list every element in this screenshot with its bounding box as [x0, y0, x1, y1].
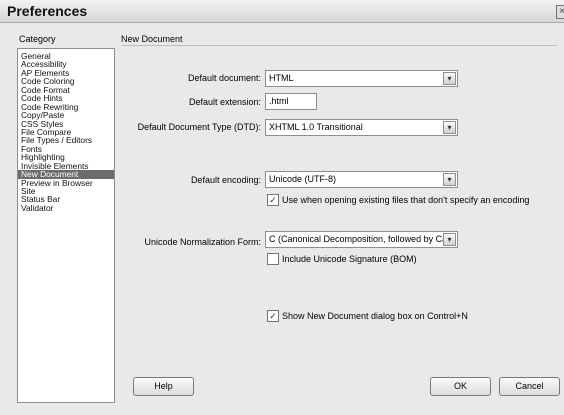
help-button[interactable]: Help: [133, 377, 194, 396]
normalization-select[interactable]: C (Canonical Decomposition, followed by …: [265, 231, 458, 248]
panel-title: New Document: [121, 34, 183, 44]
default-encoding-select[interactable]: Unicode (UTF-8) ▾: [265, 171, 458, 188]
header-divider: [121, 45, 557, 46]
category-item[interactable]: Validator: [18, 203, 114, 212]
show-dialog-label: Show New Document dialog box on Control+…: [282, 311, 468, 321]
default-document-label: Default document:: [187, 73, 261, 83]
category-list[interactable]: General Accessibility AP Elements Code Colo…: [17, 48, 115, 403]
default-doctype-value: XHTML 1.0 Transitional: [269, 122, 363, 132]
default-document-value: HTML: [269, 73, 294, 83]
default-encoding-label: Default encoding:: [190, 175, 261, 185]
chevron-down-icon[interactable]: ▾: [443, 173, 456, 186]
title-bar: Preferences ×: [0, 0, 564, 23]
default-encoding-value: Unicode (UTF-8): [269, 174, 337, 184]
default-extension-label: Default extension:: [188, 97, 261, 107]
default-doctype-label: Default Document Type (DTD):: [137, 122, 261, 132]
default-document-select[interactable]: HTML ▾: [265, 70, 458, 87]
unicode-signature-checkbox[interactable]: [267, 253, 279, 265]
show-dialog-checkbox-row[interactable]: ✓ Show New Document dialog box on Control…: [267, 310, 468, 322]
chevron-down-icon[interactable]: ▾: [443, 72, 456, 85]
use-encoding-checkbox-row[interactable]: ✓ Use when opening existing files that do…: [267, 194, 529, 206]
category-header: Category: [19, 34, 56, 44]
normalization-value: C (Canonical Decomposition, followed by …: [269, 234, 444, 244]
chevron-down-icon[interactable]: ▾: [443, 233, 456, 246]
default-doctype-select[interactable]: XHTML 1.0 Transitional ▾: [265, 119, 458, 136]
normalization-label: Unicode Normalization Form:: [144, 237, 261, 247]
show-dialog-checkbox[interactable]: ✓: [267, 310, 279, 322]
default-extension-field[interactable]: .html: [265, 93, 317, 110]
use-encoding-checkbox[interactable]: ✓: [267, 194, 279, 206]
use-encoding-label: Use when opening existing files that don…: [282, 195, 530, 205]
window-title: Preferences: [7, 3, 88, 19]
unicode-signature-label: Include Unicode Signature (BOM): [282, 254, 417, 264]
ok-button[interactable]: OK: [430, 377, 491, 396]
cancel-button[interactable]: Cancel: [499, 377, 560, 396]
unicode-signature-checkbox-row[interactable]: Include Unicode Signature (BOM): [267, 253, 417, 265]
chevron-down-icon[interactable]: ▾: [443, 121, 456, 134]
close-icon[interactable]: ×: [556, 5, 564, 19]
